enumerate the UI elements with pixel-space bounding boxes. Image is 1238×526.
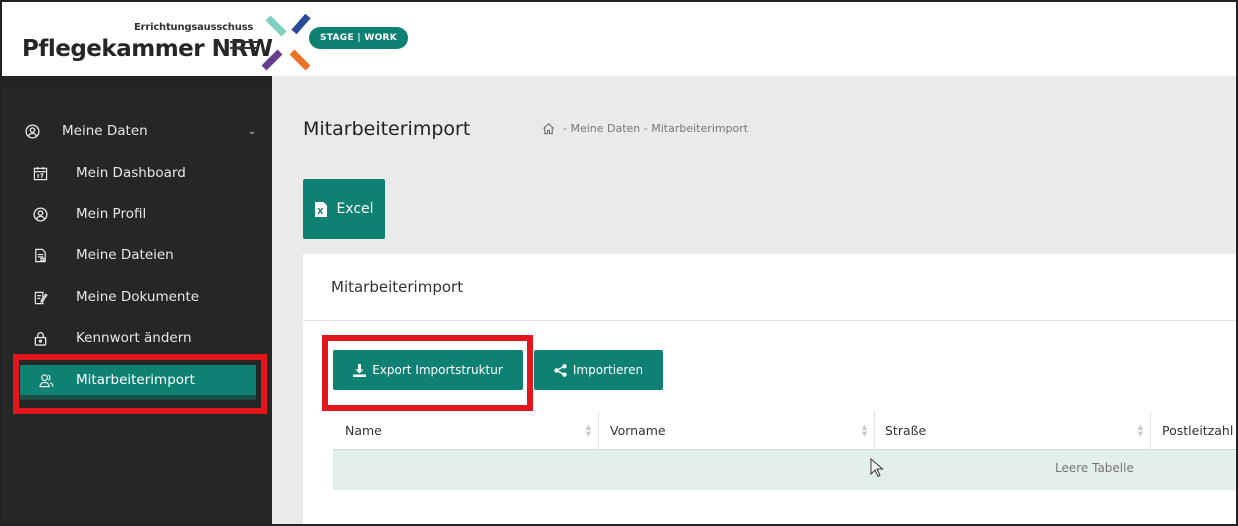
excel-icon: X	[315, 201, 328, 217]
divider	[303, 320, 1236, 321]
highlight-box-sidebar	[13, 354, 267, 414]
sidebar-group-meine-daten[interactable]: Meine Daten ⌄	[2, 116, 272, 146]
main-content: Mitarbeiterimport - Meine Daten - Mitarb…	[272, 76, 1236, 524]
sidebar-item-dokumente[interactable]: Meine Dokumente	[2, 282, 272, 312]
brand-title: Pflegekammer NRW	[22, 36, 273, 62]
column-header-name[interactable]: Name	[345, 412, 382, 450]
highlight-box-export	[322, 335, 533, 411]
empty-table-text: Leere Tabelle	[1055, 461, 1134, 475]
lock-icon	[32, 330, 48, 346]
import-button-label: Importieren	[572, 363, 644, 377]
import-table: Name ▲ ▼ Vorname ▲ ▼ Straße ▲ ▼ Postleitzah…	[333, 412, 1236, 490]
svg-text:X: X	[318, 207, 325, 216]
calendar-icon	[32, 165, 48, 181]
sort-icon[interactable]: ▲ ▼	[585, 424, 592, 438]
sidebar: Meine Daten ⌄ Mein Dashboard Mein Profil…	[2, 76, 272, 524]
header: Errichtungsausschuss Pflegekammer NRW ST…	[2, 2, 1236, 76]
stage-badge: STAGE | WORK	[309, 27, 409, 49]
mouse-cursor-icon	[870, 458, 884, 478]
column-header-postleitzahl[interactable]: Postleitzahl	[1162, 412, 1233, 450]
excel-button-label: Excel	[336, 201, 374, 217]
brand-subtitle: Errichtungsausschuss	[134, 22, 254, 33]
user-circle-icon	[32, 206, 48, 222]
sort-icon[interactable]: ▲ ▼	[1137, 424, 1144, 438]
sidebar-item-label: Mein Profil	[76, 206, 147, 222]
user-circle-icon	[24, 123, 40, 139]
sidebar-item-dateien[interactable]: Meine Dateien	[2, 240, 272, 270]
table-header: Name ▲ ▼ Vorname ▲ ▼ Straße ▲ ▼ Postleitzah…	[333, 412, 1236, 450]
importieren-button[interactable]: Importieren	[534, 350, 663, 390]
sidebar-group-label: Meine Daten	[62, 123, 148, 139]
table-row-empty: Leere Tabelle	[333, 450, 1236, 490]
sidebar-item-label: Meine Dokumente	[76, 289, 200, 305]
breadcrumb: - Meine Daten - Mitarbeiterimport	[542, 122, 748, 135]
card-title: Mitarbeiterimport	[331, 278, 464, 296]
home-icon[interactable]	[542, 122, 555, 135]
brand-line	[230, 47, 258, 49]
excel-button[interactable]: X Excel	[303, 179, 385, 239]
sidebar-item-profil[interactable]: Mein Profil	[2, 199, 272, 229]
sidebar-item-dashboard[interactable]: Mein Dashboard	[2, 158, 272, 188]
chevron-down-icon[interactable]: ⌄	[248, 126, 256, 137]
sidebar-item-kennwort[interactable]: Kennwort ändern	[2, 323, 272, 353]
sidebar-item-label: Meine Dateien	[76, 247, 174, 263]
column-header-strasse[interactable]: Straße	[885, 412, 926, 450]
file-icon	[32, 247, 48, 263]
app-window: Errichtungsausschuss Pflegekammer NRW ST…	[0, 0, 1238, 526]
share-icon	[554, 363, 567, 377]
logo-icon	[261, 14, 311, 71]
sidebar-item-label: Kennwort ändern	[76, 330, 192, 346]
sort-icon[interactable]: ▲ ▼	[861, 424, 868, 438]
brand-line	[230, 41, 258, 43]
sidebar-item-label: Mein Dashboard	[76, 165, 186, 181]
column-header-vorname[interactable]: Vorname	[610, 412, 666, 450]
document-edit-icon	[32, 289, 48, 305]
page-title: Mitarbeiterimport	[303, 118, 471, 140]
breadcrumb-path[interactable]: - Meine Daten - Mitarbeiterimport	[563, 122, 748, 135]
